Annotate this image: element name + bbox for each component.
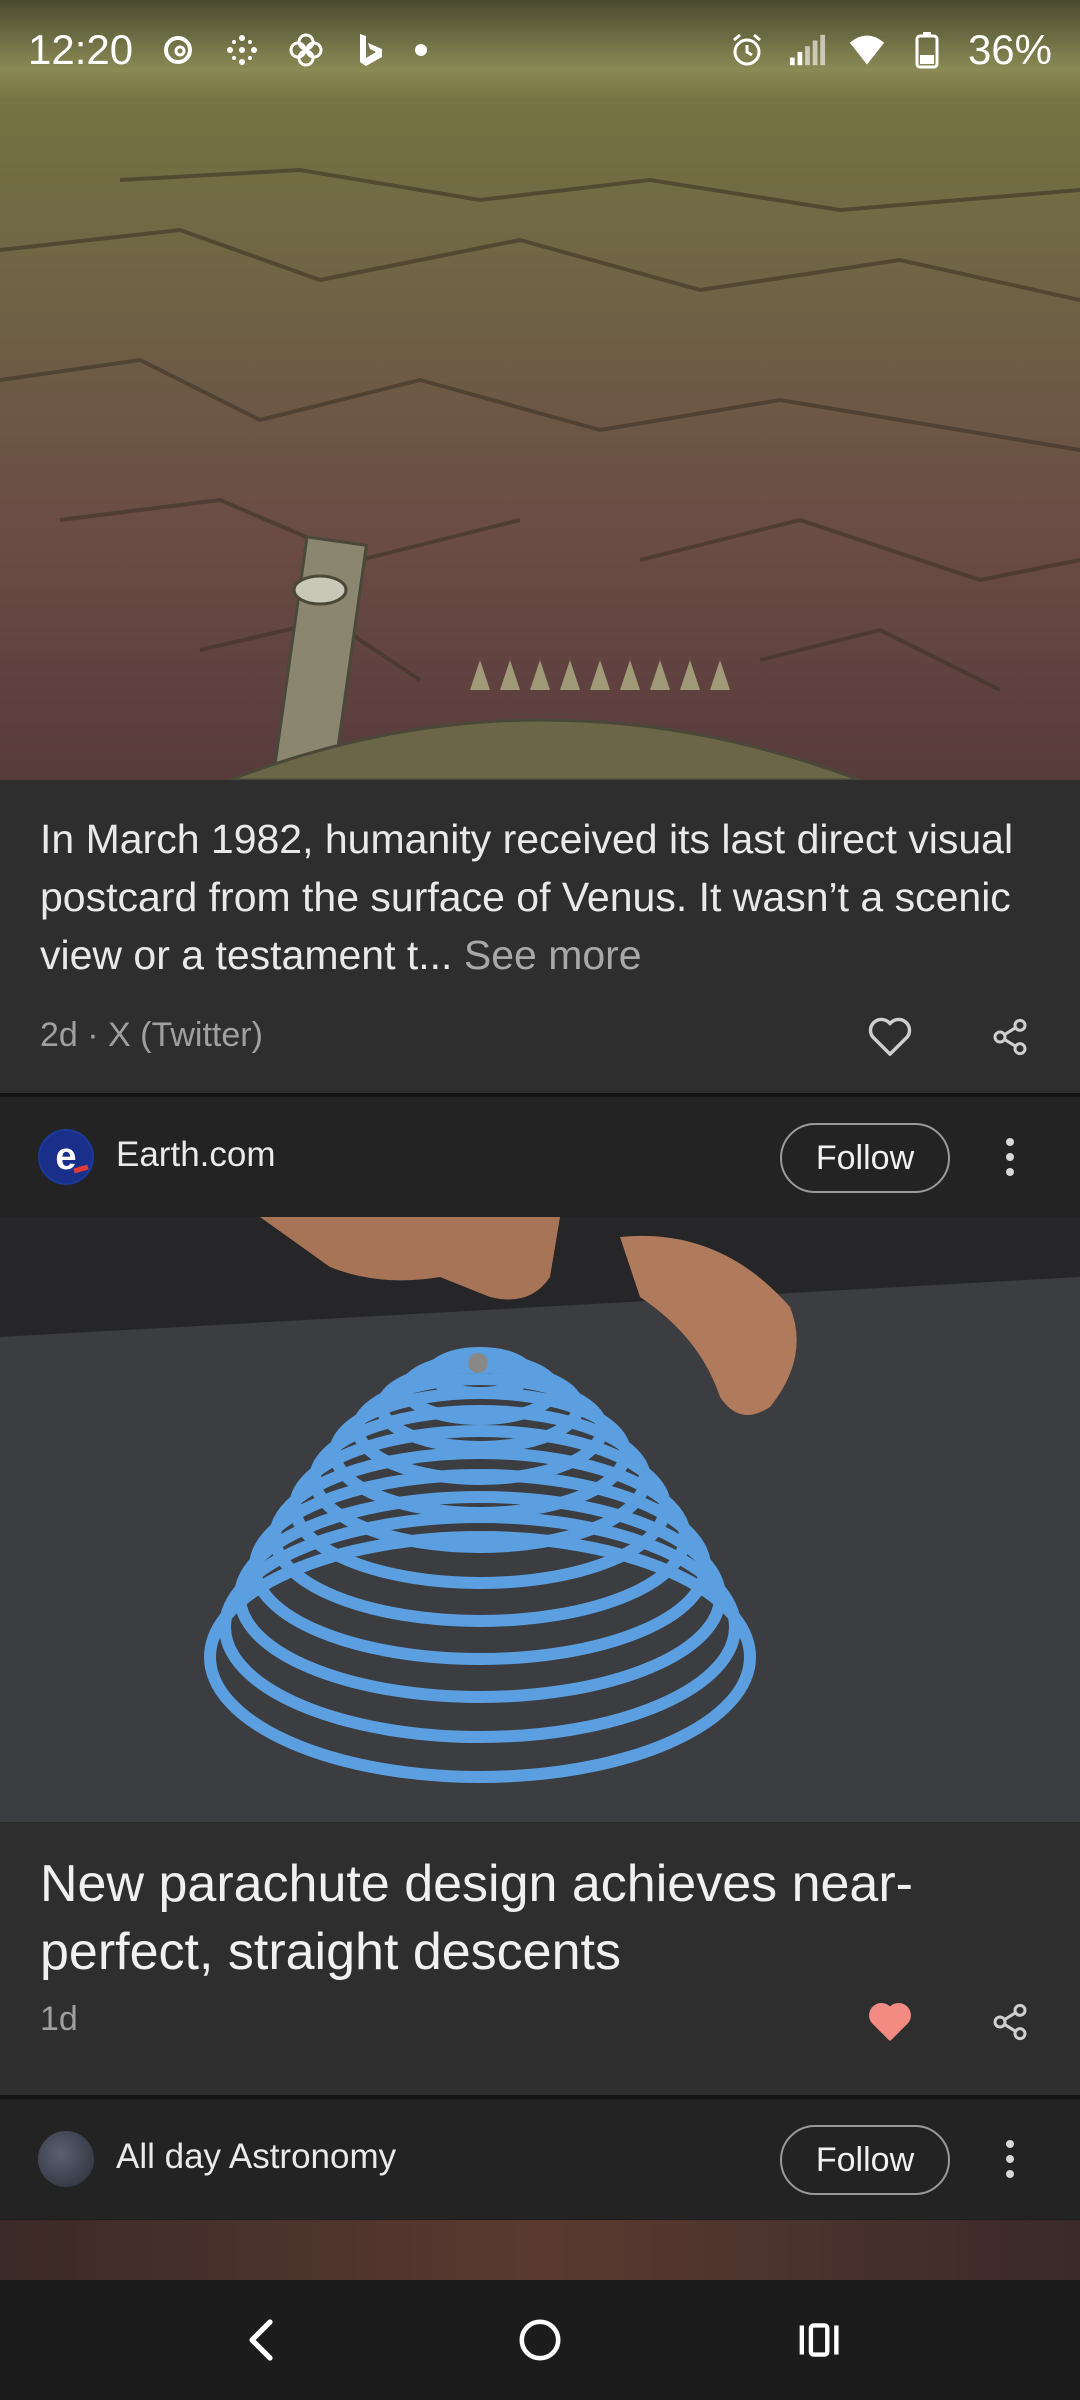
card2-meta: 1d [40, 2000, 78, 2038]
paper-parachute-photo [0, 1217, 1080, 1822]
heart-filled-icon [869, 2003, 911, 2041]
card2-title[interactable]: New parachute design achieves near-perfe… [40, 1850, 1040, 1986]
battery-icon [908, 31, 946, 69]
card1-meta: 2d · X (Twitter) [40, 1016, 263, 1054]
wifi-icon [848, 31, 886, 69]
notification-dot-icon [415, 44, 428, 56]
pinwheel-icon [287, 31, 325, 69]
back-button[interactable] [215, 2295, 305, 2385]
share-icon [993, 1018, 1027, 1056]
alarm-icon [728, 31, 766, 69]
next-card-image-preview[interactable] [0, 2220, 1080, 2280]
card1-image[interactable] [0, 0, 1080, 780]
card1-body[interactable]: In March 1982, humanity received its las… [0, 780, 1080, 1093]
source-row-astronomy[interactable]: All day Astronomy Follow [0, 2099, 1080, 2219]
earth-logo[interactable]: e [38, 1129, 94, 1185]
share-icon [993, 2003, 1027, 2041]
status-bar: 12:20 36% [0, 0, 1080, 100]
navigation-bar [0, 2280, 1080, 2400]
heart-outline-icon [868, 1017, 912, 1056]
recents-button[interactable] [775, 2295, 865, 2385]
card2-image[interactable] [0, 1217, 1080, 1822]
card2-body[interactable]: New parachute design achieves near-perfe… [0, 1822, 1080, 2095]
threads-icon [159, 31, 197, 69]
venus-surface-photo [0, 0, 1080, 780]
signal-icon [788, 31, 826, 69]
source-name[interactable]: Earth.com [116, 1135, 276, 1175]
battery-percent: 36% [967, 26, 1052, 73]
home-icon [519, 2319, 561, 2361]
card1-text[interactable]: In March 1982, humanity received its las… [40, 810, 1040, 984]
svg-text:e: e [55, 1136, 76, 1178]
see-more-link[interactable]: See more [464, 932, 642, 978]
back-icon [249, 2319, 273, 2361]
source-name[interactable]: All day Astronomy [116, 2137, 396, 2177]
share-button[interactable] [980, 1992, 1040, 2052]
follow-button[interactable]: Follow [780, 2125, 950, 2195]
astronomy-avatar[interactable] [38, 2131, 94, 2187]
source-row-earth[interactable]: e Earth.com Follow [0, 1097, 1080, 1217]
home-button[interactable] [495, 2295, 585, 2385]
bing-icon [351, 31, 389, 69]
like-button[interactable] [860, 1007, 920, 1067]
recents-icon [799, 2323, 839, 2357]
more-options-icon[interactable] [990, 2129, 1030, 2189]
like-button[interactable] [860, 1992, 920, 2052]
share-button[interactable] [980, 1007, 1040, 1067]
status-time: 12:20 [28, 26, 134, 73]
follow-button[interactable]: Follow [780, 1123, 950, 1193]
more-options-icon[interactable] [990, 1127, 1030, 1187]
grid-dots-icon [223, 31, 261, 69]
